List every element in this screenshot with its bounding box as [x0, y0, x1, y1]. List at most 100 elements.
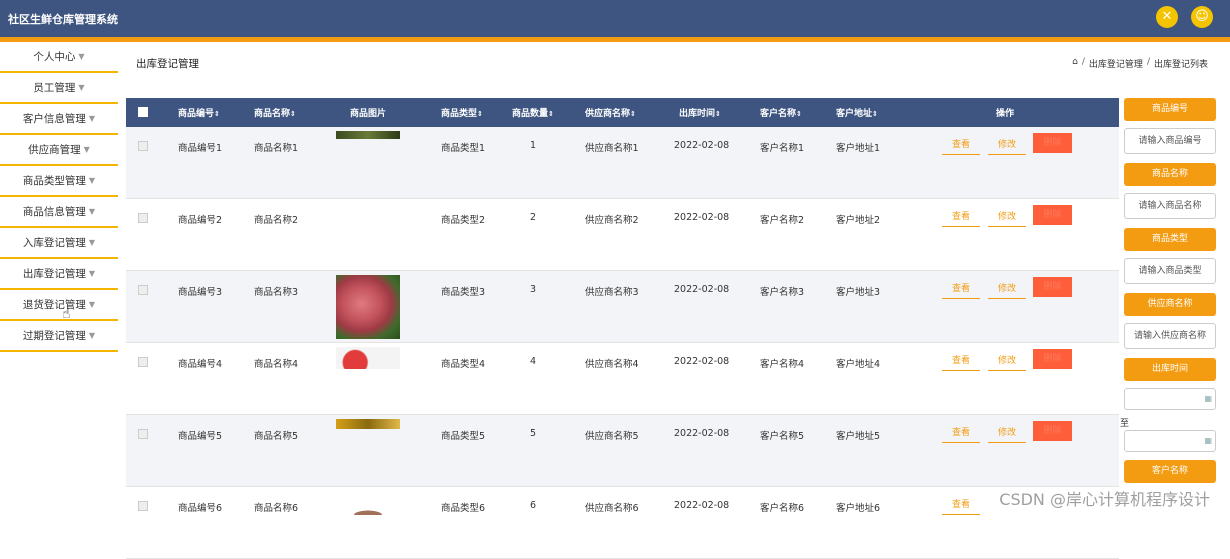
cell-time: 2022-02-08: [674, 140, 730, 151]
view-button[interactable]: 查看: [942, 279, 980, 299]
sidebar-item-suppliers[interactable]: 供应商管理 ▼: [0, 135, 118, 166]
filter-panel: 商品编号 请输入商品编号 商品名称 请输入商品名称 商品类型 请输入商品类型 供…: [1120, 98, 1216, 490]
cell-type: 商品类型1: [441, 143, 486, 154]
col-header-type[interactable]: 商品类型⇕: [441, 106, 483, 119]
table-row: 商品编号3 商品名称3 商品类型3 3 供应商名称3 2022-02-08 客户…: [126, 271, 1119, 343]
cell-address: 客户地址3: [836, 287, 881, 298]
view-button[interactable]: 查看: [942, 207, 980, 227]
cell-code: 商品编号3: [178, 287, 223, 298]
sidebar-item-label: 过期登记管理: [22, 330, 86, 342]
filter-label-supplier: 供应商名称: [1124, 293, 1216, 316]
chevron-down-icon: ▼: [88, 207, 96, 216]
view-button[interactable]: 查看: [942, 423, 980, 443]
col-header-image: 商品图片: [350, 109, 387, 119]
sidebar-item-products[interactable]: 商品信息管理 ▼: [0, 197, 118, 228]
filter-code-input[interactable]: 请输入商品编号: [1124, 128, 1216, 154]
cell-name: 商品名称3: [254, 287, 299, 298]
delete-button[interactable]: 删除: [1033, 349, 1072, 369]
cell-time: 2022-02-08: [674, 212, 730, 223]
edit-button[interactable]: 修改: [988, 207, 1026, 227]
cell-code: 商品编号1: [178, 143, 223, 154]
chevron-down-icon: ▼: [88, 238, 96, 247]
header-accent-strip: [0, 37, 1230, 42]
sidebar: 个人中心 ▼ 员工管理 ▼ 客户信息管理 ▼ 供应商管理 ▼ 商品类型管理 ▼ 商品信息管…: [0, 42, 118, 352]
sidebar-item-returns[interactable]: 退货登记管理 ▼: [0, 290, 118, 321]
breadcrumb: ⌂ / 出库登记管理 / 出库登记列表: [1072, 57, 1208, 70]
delete-button[interactable]: 删除: [1033, 205, 1072, 225]
page-title: 出库登记管理: [136, 58, 199, 70]
row-checkbox[interactable]: [138, 357, 148, 367]
tools-icon[interactable]: ✕: [1156, 6, 1178, 28]
sidebar-item-inbound[interactable]: 入库登记管理 ▼: [0, 228, 118, 259]
cell-time: 2022-02-08: [674, 500, 730, 511]
cell-address: 客户地址2: [836, 215, 881, 226]
row-checkbox[interactable]: [138, 141, 148, 151]
breadcrumb-item[interactable]: 出库登记管理: [1089, 57, 1143, 70]
sidebar-item-label: 入库登记管理: [22, 237, 86, 249]
edit-button[interactable]: 修改: [988, 351, 1026, 371]
filter-type-input[interactable]: 请输入商品类型: [1124, 258, 1216, 284]
home-icon[interactable]: ⌂: [1072, 57, 1078, 70]
sidebar-item-personal-center[interactable]: 个人中心 ▼: [0, 42, 118, 73]
sidebar-item-outbound[interactable]: 出库登记管理 ▼: [0, 259, 118, 290]
filter-label-customer: 客户名称: [1124, 460, 1216, 483]
view-button[interactable]: 查看: [942, 135, 980, 155]
row-checkbox[interactable]: [138, 501, 148, 511]
cell-supplier: 供应商名称4: [585, 359, 639, 370]
table-row: 商品编号5 商品名称5 商品类型5 5 供应商名称5 2022-02-08 客户…: [126, 415, 1119, 487]
sidebar-item-label: 员工管理: [33, 82, 76, 94]
sidebar-item-staff[interactable]: 员工管理 ▼: [0, 73, 118, 104]
filter-time-start-input[interactable]: ▦: [1124, 388, 1216, 410]
select-all-checkbox[interactable]: [138, 107, 148, 117]
sidebar-item-expired[interactable]: 过期登记管理 ▼: [0, 321, 118, 352]
col-header-supplier[interactable]: 供应商名称⇕: [585, 106, 636, 119]
col-header-customer[interactable]: 客户名称⇕: [760, 106, 802, 119]
cell-customer: 客户名称2: [760, 215, 805, 226]
sidebar-item-label: 商品类型管理: [22, 175, 86, 187]
edit-button[interactable]: 修改: [988, 135, 1026, 155]
cell-supplier: 供应商名称5: [585, 431, 639, 442]
product-image: [336, 347, 400, 369]
col-header-code[interactable]: 商品编号⇕: [178, 106, 220, 119]
delete-button[interactable]: 删除: [1033, 421, 1072, 441]
col-header-qty[interactable]: 商品数量⇕: [512, 106, 554, 119]
sidebar-item-label: 个人中心: [33, 51, 76, 63]
table-row: 商品编号6 商品名称6 商品类型6 6 供应商名称6 2022-02-08 客户…: [126, 487, 1119, 559]
row-checkbox[interactable]: [138, 213, 148, 223]
app-title: 社区生鲜仓库管理系统: [8, 13, 118, 26]
view-button[interactable]: 查看: [942, 351, 980, 371]
view-button[interactable]: 查看: [942, 495, 980, 515]
product-image: [336, 419, 400, 429]
edit-button[interactable]: 修改: [988, 423, 1026, 443]
delete-button[interactable]: 删除: [1033, 277, 1072, 297]
cell-address: 客户地址5: [836, 431, 881, 442]
edit-button[interactable]: 修改: [988, 279, 1026, 299]
cell-qty: 1: [530, 140, 537, 151]
calendar-icon: ▦: [1204, 436, 1212, 445]
chevron-down-icon: ▼: [88, 331, 96, 340]
col-header-address[interactable]: 客户地址⇕: [836, 106, 878, 119]
cell-code: 商品编号2: [178, 215, 223, 226]
sidebar-item-product-types[interactable]: 商品类型管理 ▼: [0, 166, 118, 197]
cell-name: 商品名称5: [254, 431, 299, 442]
col-header-actions: 操作: [996, 109, 1015, 119]
cell-customer: 客户名称4: [760, 359, 805, 370]
cell-code: 商品编号4: [178, 359, 223, 370]
product-image: [336, 131, 400, 139]
col-header-name[interactable]: 商品名称⇕: [254, 106, 296, 119]
sidebar-item-label: 商品信息管理: [22, 206, 86, 218]
sidebar-item-customers[interactable]: 客户信息管理 ▼: [0, 104, 118, 135]
filter-name-input[interactable]: 请输入商品名称: [1124, 193, 1216, 219]
filter-time-end-input[interactable]: ▦: [1124, 430, 1216, 452]
filter-label-time: 出库时间: [1124, 358, 1216, 381]
sidebar-item-label: 出库登记管理: [22, 268, 86, 280]
product-image: [336, 275, 400, 339]
row-checkbox[interactable]: [138, 429, 148, 439]
delete-button[interactable]: 删除: [1033, 133, 1072, 153]
row-checkbox[interactable]: [138, 285, 148, 295]
cell-name: 商品名称2: [254, 215, 299, 226]
date-range-separator: 至: [1120, 419, 1130, 429]
col-header-time[interactable]: 出库时间⇕: [679, 106, 721, 119]
filter-supplier-input[interactable]: 请输入供应商名称: [1124, 323, 1216, 349]
user-icon[interactable]: ☺: [1191, 6, 1213, 28]
